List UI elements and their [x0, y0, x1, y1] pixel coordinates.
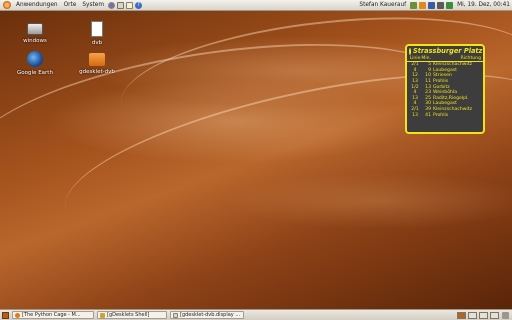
desktop-icon-gdesklet-dvb[interactable]: gdesklet-dvb	[67, 51, 127, 75]
departure-direction: Kleinzschachwitz	[433, 107, 473, 113]
network-icon[interactable]	[410, 1, 418, 9]
menu-system[interactable]: System	[79, 2, 107, 8]
gdesklets-icon	[100, 312, 105, 318]
desklet-title: Strassburger Platz	[413, 47, 483, 55]
workspace-4[interactable]	[490, 311, 499, 319]
departure-minutes: 10	[425, 73, 431, 79]
bottom-panel: [The Python Cage - M... [gDesklets Shell…	[0, 309, 512, 320]
departure-line: 12	[412, 73, 418, 79]
trash-icon[interactable]	[502, 311, 509, 319]
departure-minutes: 13	[425, 84, 431, 90]
desktop-icon-google-earth[interactable]: Google Earth	[5, 51, 65, 76]
user-name[interactable]: Stefan Kauerauf	[356, 2, 409, 8]
task-gdesklet-display[interactable]: [gdesklet-dvb.display ...	[170, 311, 244, 319]
column-min: Min.	[421, 56, 431, 61]
departure-minutes: 5	[428, 62, 431, 68]
workspace-2[interactable]	[468, 311, 477, 319]
departure-row: 4 30 Laubegast	[407, 101, 483, 107]
mail-icon[interactable]	[117, 1, 124, 9]
departure-row: 4 23 Weinböhla	[407, 90, 483, 96]
notes-icon[interactable]	[126, 1, 133, 9]
departure-direction: Striesen	[433, 73, 452, 79]
ubuntu-logo-icon[interactable]	[3, 1, 11, 9]
departure-row: 13 11 Prohlis	[407, 79, 483, 85]
departure-row: 13 41 Prohlis	[407, 112, 483, 118]
departure-line: 4	[413, 101, 417, 107]
departure-row: 2/1 5 Kleinzschachwitz	[407, 62, 483, 68]
desktop-icon-dvb[interactable]: dvb	[67, 21, 127, 46]
volume-icon[interactable]	[437, 1, 445, 9]
departure-direction: Prohlis	[433, 112, 449, 118]
departure-row: 12 10 Striesen	[407, 73, 483, 79]
desktop[interactable]: windows dvb Google Earth gdesklet-dvb St…	[0, 11, 512, 309]
desklet-rows: 2/1 5 Kleinzschachwitz 4 9 Laubegast 12 10 Strie…	[407, 62, 483, 118]
column-line: Linie	[409, 56, 421, 61]
column-direction: Richtung	[460, 56, 481, 61]
document-icon	[173, 312, 178, 318]
google-earth-icon	[27, 51, 43, 67]
departure-minutes: 41	[425, 112, 431, 118]
bluetooth-icon[interactable]	[428, 1, 436, 9]
battery-icon[interactable]	[446, 1, 454, 9]
dvb-departure-desklet[interactable]: Strassburger Platz Linie Min. Richtung 2…	[405, 44, 485, 134]
help-icon[interactable]: ?	[135, 1, 142, 9]
update-icon[interactable]	[419, 1, 427, 9]
show-desktop-icon[interactable]	[2, 311, 9, 319]
departure-minutes: 39	[425, 107, 431, 113]
task-python-cage[interactable]: [The Python Cage - M...	[12, 311, 94, 319]
departure-line: 2/1	[411, 62, 419, 68]
departure-line: 13	[412, 112, 418, 118]
firefox-icon	[15, 312, 20, 318]
departure-minutes: 23	[425, 90, 431, 96]
departure-direction: Laubegast	[433, 101, 457, 107]
departure-minutes: 11	[425, 79, 431, 85]
drive-icon	[27, 23, 43, 35]
departure-line: 2/1	[411, 107, 419, 113]
departure-row: 2/1 39 Kleinzschachwitz	[407, 107, 483, 113]
desktop-icon-windows[interactable]: windows	[5, 21, 65, 44]
menu-places[interactable]: Orte	[61, 2, 80, 8]
departure-direction: Gorbitz	[433, 84, 450, 90]
departure-line: 4	[413, 90, 417, 96]
departure-direction: Kleinzschachwitz	[433, 62, 473, 68]
document-icon	[91, 21, 103, 37]
workspace-3[interactable]	[479, 311, 488, 319]
workspace-1[interactable]	[457, 311, 466, 319]
firefox-icon[interactable]	[108, 1, 115, 9]
departure-minutes: 30	[425, 101, 431, 107]
top-panel: Anwendungen Orte System ? Stefan Kauerau…	[0, 0, 512, 11]
desklet-header: Strassburger Platz	[407, 46, 483, 56]
departure-line: 1/2	[411, 84, 419, 90]
departure-direction: Weinböhla	[433, 90, 458, 96]
departure-direction: Prohlis	[433, 79, 449, 85]
folder-icon	[89, 53, 105, 66]
transit-logo-icon	[409, 47, 411, 55]
clock[interactable]: Mi, 19. Dez, 00:41	[454, 2, 512, 8]
menu-applications[interactable]: Anwendungen	[13, 2, 61, 8]
task-gdesklets-shell[interactable]: [gDesklets Shell]	[97, 311, 167, 319]
departure-line: 13	[412, 79, 418, 85]
